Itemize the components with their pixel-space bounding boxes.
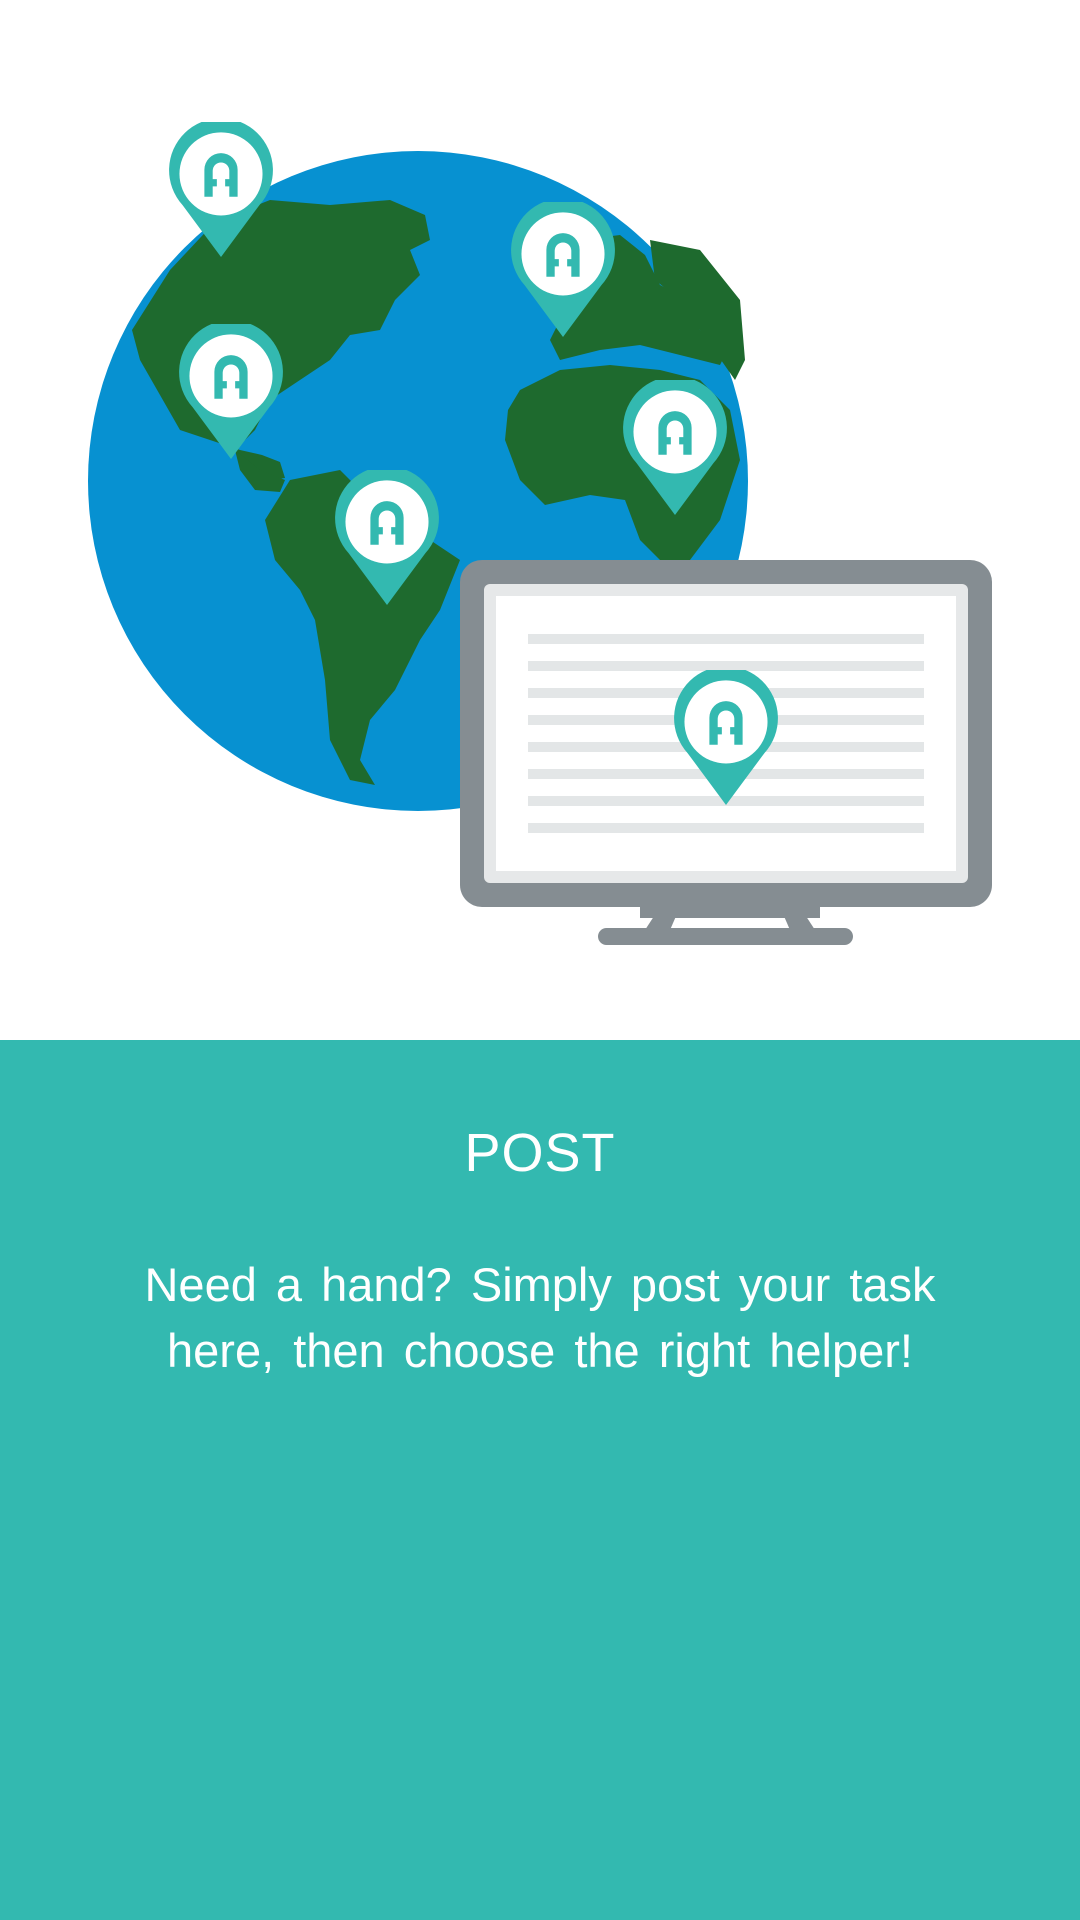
onboarding-description: Need a hand? Simply post your task here,… xyxy=(144,1258,936,1377)
onboarding-screen: POST Need a hand? Simply post your task … xyxy=(0,0,1080,1920)
onboarding-title: POST xyxy=(464,1123,616,1183)
onboarding-illustration xyxy=(0,0,1080,1040)
